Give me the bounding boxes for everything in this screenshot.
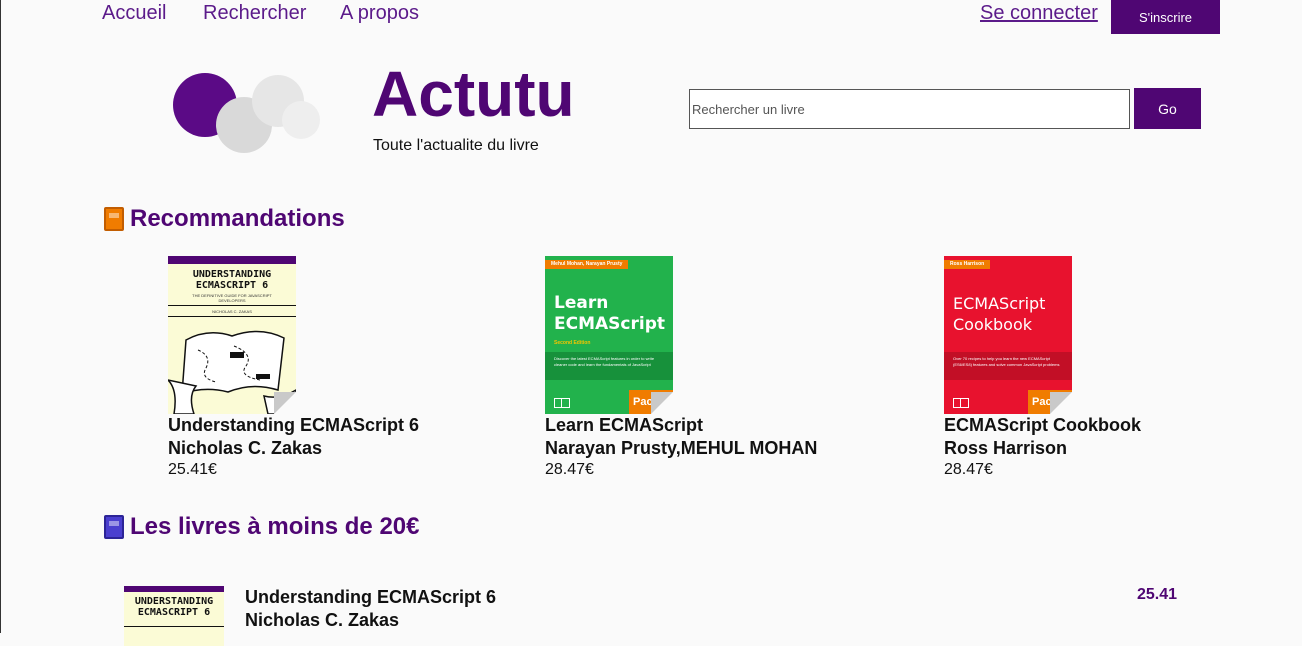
nav-about-link[interactable]: A propos [340,2,419,25]
nav-search-link[interactable]: Rechercher [203,2,306,25]
book-price: 25.41€ [168,461,217,478]
recommendation-item[interactable]: Ross Harrison ECMAScript Cookbook Over 7… [944,256,1141,480]
recommendation-item[interactable]: UNDERSTANDING ECMASCRIPT 6 THE DEFINITIV… [168,256,419,480]
recommendations-heading: Recommandations [104,205,345,233]
book-cover-image[interactable]: UNDERSTANDING ECMASCRIPT 6 [124,586,224,646]
book-author: Narayan Prusty,MEHUL MOHAN [545,438,818,458]
open-book-icon [554,398,570,408]
recommendation-item[interactable]: Mehul Mohan, Narayan Prusty Learn ECMASc… [545,256,817,480]
book-title[interactable]: Learn ECMAScript [545,414,817,437]
signup-button[interactable]: S'inscrire [1111,0,1220,34]
site-title: Actutu [372,58,575,130]
book-title[interactable]: Understanding ECMAScript 6 [168,414,419,437]
book-author: Ross Harrison [944,438,1068,458]
book-price: 28.47€ [944,461,993,478]
book-cover-image[interactable]: Ross Harrison ECMAScript Cookbook Over 7… [944,256,1072,414]
book-title[interactable]: ECMAScript Cookbook [944,414,1141,437]
book-author: Nicholas C. Zakas [168,438,323,458]
open-book-icon [953,398,969,408]
blue-book-icon [104,515,124,539]
recommendations-heading-text: Recommandations [130,205,345,232]
nav-home-link[interactable]: Accueil [102,2,166,25]
book-title[interactable]: Understanding ECMAScript 6 [245,586,496,609]
site-tagline: Toute l'actualite du livre [373,137,539,154]
book-cover-image[interactable]: Mehul Mohan, Narayan Prusty Learn ECMASc… [545,256,673,414]
cheap-books-heading-text: Les livres à moins de 20€ [130,513,420,540]
cheap-books-heading: Les livres à moins de 20€ [104,513,420,541]
search-go-button[interactable]: Go [1134,88,1201,129]
book-cover-image[interactable]: UNDERSTANDING ECMASCRIPT 6 THE DEFINITIV… [168,256,296,414]
logo-icon [173,73,320,153]
book-price: 25.41 [1137,586,1178,603]
orange-book-icon [104,207,124,231]
book-author: Nicholas C. Zakas [245,610,400,630]
book-price: 28.47€ [545,461,594,478]
search-input[interactable] [689,89,1130,129]
login-link[interactable]: Se connecter [980,2,1098,25]
list-item[interactable]: UNDERSTANDING ECMASCRIPT 6 Understanding… [124,586,1184,646]
